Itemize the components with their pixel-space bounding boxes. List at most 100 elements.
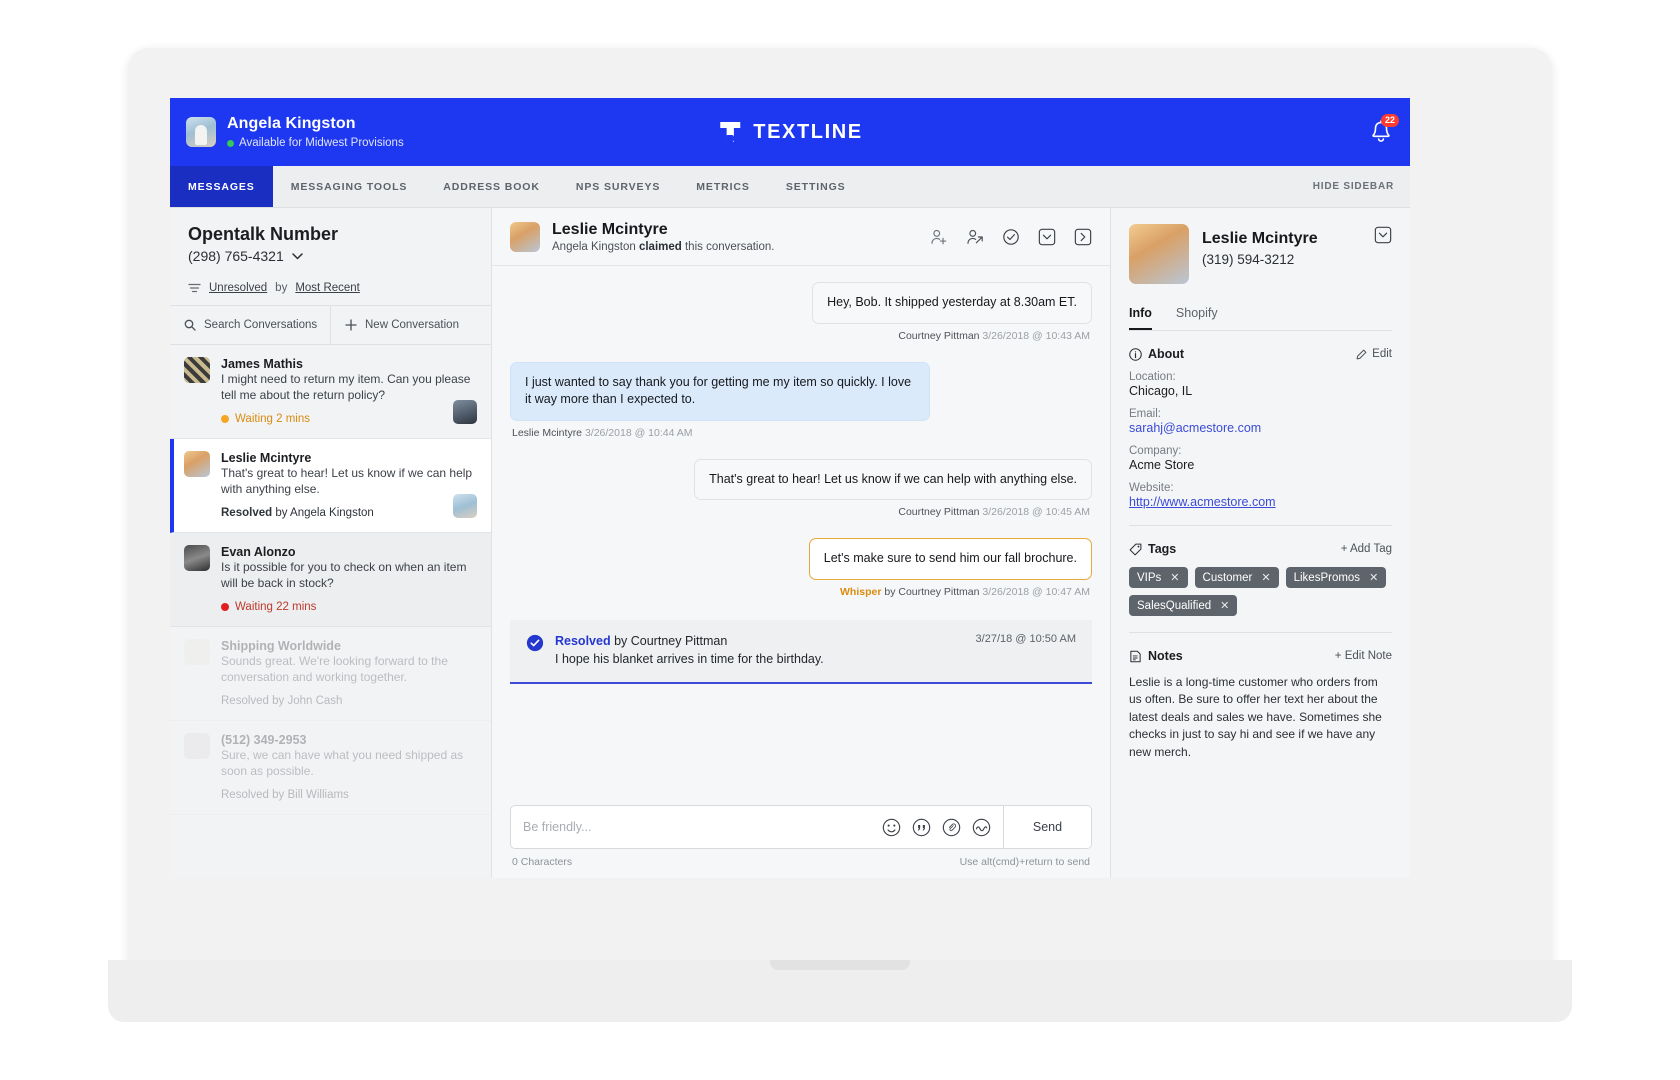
tag-label: LikesPromos	[1293, 571, 1361, 584]
avatar	[184, 732, 210, 759]
textline-logo-icon	[720, 122, 741, 143]
status-label: Waiting	[235, 600, 273, 613]
field-value-email[interactable]: sarahj@acmestore.com	[1129, 421, 1392, 435]
contact-avatar	[1129, 224, 1189, 284]
transfer-user-icon[interactable]	[966, 228, 984, 246]
remove-tag-icon[interactable]: ✕	[1170, 571, 1179, 584]
remove-tag-icon[interactable]: ✕	[1261, 571, 1270, 584]
tab-info[interactable]: Info	[1129, 306, 1152, 330]
conversation-name: Shipping Worldwide	[221, 638, 341, 653]
conversation-status: Resolved by John Cash	[221, 695, 477, 707]
tag-chip[interactable]: Customer ✕	[1194, 567, 1279, 588]
divider	[1129, 525, 1392, 526]
tab-address-book[interactable]: ADDRESS BOOK	[425, 166, 558, 207]
field-label: Email:	[1129, 408, 1161, 420]
field-location: Location: Chicago, IL	[1129, 371, 1392, 398]
add-user-icon[interactable]	[930, 228, 948, 246]
notifications-button[interactable]: 22	[1370, 114, 1399, 144]
contact-collapse-icon[interactable]	[1374, 226, 1392, 244]
hide-sidebar-button[interactable]: HIDE SIDEBAR	[1313, 166, 1394, 207]
contact-header: Leslie Mcintyre (319) 594-3212	[1129, 224, 1392, 284]
remove-tag-icon[interactable]: ✕	[1369, 571, 1378, 584]
status-value: 22 mins	[276, 600, 317, 613]
status-dot-icon	[221, 602, 229, 611]
composer-icons	[882, 806, 1003, 848]
message-timestamp: 3/26/2018 @ 10:43 AM	[982, 329, 1090, 342]
status-label: Resolved	[221, 506, 273, 519]
search-conversations-button[interactable]: Search Conversations	[170, 306, 330, 344]
new-conversation-label: New Conversation	[365, 319, 459, 331]
conversation-preview: That's great to hear! Let us know if we …	[221, 465, 473, 496]
field-website: Website: http://www.acmestore.com	[1129, 482, 1392, 509]
tags-title-wrap: Tags	[1129, 542, 1176, 556]
avatar	[184, 357, 210, 383]
tab-messages[interactable]: MESSAGES	[170, 166, 273, 207]
brand-logo: TEXTLINE	[717, 119, 862, 145]
filter-status[interactable]: Unresolved	[209, 282, 267, 294]
tab-metrics[interactable]: METRICS	[678, 166, 768, 207]
new-conversation-button[interactable]: New Conversation	[330, 306, 491, 344]
tab-shopify[interactable]: Shopify	[1176, 306, 1218, 330]
resolved-by: by Courtney Pittman	[614, 633, 728, 648]
message-input[interactable]	[523, 820, 870, 834]
notes-title-wrap: Notes	[1129, 649, 1183, 663]
conversation-status: Waiting 2 mins	[221, 413, 477, 425]
conversation-status: Resolved by Angela Kingston	[221, 507, 477, 519]
send-hint: Use alt(cmd)+return to send	[959, 856, 1090, 868]
resolve-check-icon[interactable]	[1002, 228, 1020, 246]
add-tag-button[interactable]: + Add Tag	[1341, 543, 1392, 555]
list-item[interactable]: Leslie Mcintyre That's great to hear! Le…	[170, 438, 491, 533]
edit-about-button[interactable]: Edit	[1356, 348, 1392, 360]
signature-icon[interactable]	[972, 818, 991, 837]
send-button[interactable]: Send	[1003, 806, 1091, 848]
avatar	[184, 544, 210, 571]
emoji-icon[interactable]	[882, 818, 901, 837]
inbox-filter[interactable]: Unresolved by Most Recent	[170, 274, 491, 306]
tag-label: Customer	[1202, 571, 1253, 584]
user-status-label: Available for Midwest Provisions	[239, 136, 404, 149]
status-dot-icon	[221, 414, 229, 423]
tag-chip[interactable]: SalesQualified ✕	[1129, 595, 1238, 616]
plus-icon	[345, 319, 357, 331]
filter-sort[interactable]: Most Recent	[295, 282, 360, 294]
check-circle-icon	[526, 634, 544, 651]
resolved-note: I hope his blanket arrives in time for t…	[555, 651, 824, 666]
next-icon[interactable]	[1074, 228, 1092, 246]
conversation-status: Waiting 22 mins	[221, 601, 477, 613]
collapse-icon[interactable]	[1038, 228, 1056, 246]
tab-nps-surveys[interactable]: NPS SURVEYS	[558, 166, 678, 207]
list-item[interactable]: (512) 349-2953 Sure, we can have what yo…	[170, 721, 491, 815]
inbox-phone-selector[interactable]: (298) 765-4321	[188, 248, 473, 264]
edit-note-button[interactable]: + Edit Note	[1335, 650, 1392, 662]
tags-section-header: Tags + Add Tag	[1129, 542, 1392, 556]
tag-chip[interactable]: VIPs ✕	[1129, 567, 1188, 588]
tags-title: Tags	[1148, 542, 1177, 556]
filter-icon	[188, 283, 201, 292]
message-stamp: Leslie Mcintyre 3/26/2018 @ 10:44 AM	[512, 427, 693, 439]
resolved-banner: Resolved by Courtney Pittman I hope his …	[510, 619, 1092, 684]
current-user[interactable]: Angela Kingston Available for Midwest Pr…	[186, 114, 404, 150]
remove-tag-icon[interactable]: ✕	[1220, 599, 1229, 612]
list-item[interactable]: James Mathis I might need to return my i…	[170, 345, 491, 439]
message-author: Courtney Pittman	[898, 329, 980, 342]
tag-chip[interactable]: LikesPromos ✕	[1285, 567, 1387, 588]
tab-messaging-tools[interactable]: MESSAGING TOOLS	[273, 166, 426, 207]
message-stamp: Courtney Pittman 3/26/2018 @ 10:45 AM	[898, 506, 1090, 518]
conversation-preview: Sounds great. We're looking forward to t…	[221, 653, 448, 684]
quote-icon[interactable]	[912, 818, 931, 837]
contact-name: Leslie Mcintyre	[1202, 230, 1318, 247]
subtitle-bold: claimed	[638, 241, 682, 253]
contact-tabs: Info Shopify	[1129, 306, 1392, 331]
status-label: Waiting	[235, 412, 273, 425]
composer-input-wrap[interactable]	[511, 806, 882, 848]
field-value-website[interactable]: http://www.acmestore.com	[1129, 495, 1392, 509]
attachment-icon[interactable]	[942, 818, 961, 837]
laptop-notch	[770, 960, 910, 970]
field-company: Company: Acme Store	[1129, 445, 1392, 472]
list-item[interactable]: Evan Alonzo Is it possible for you to ch…	[170, 532, 491, 627]
main-columns: Opentalk Number (298) 765-4321 Unresolve…	[170, 208, 1410, 878]
list-item[interactable]: Shipping Worldwide Sounds great. We're l…	[170, 627, 491, 721]
tab-settings[interactable]: SETTINGS	[768, 166, 864, 207]
about-section-header: About Edit	[1129, 347, 1392, 361]
top-bar: Angela Kingston Available for Midwest Pr…	[170, 98, 1410, 166]
